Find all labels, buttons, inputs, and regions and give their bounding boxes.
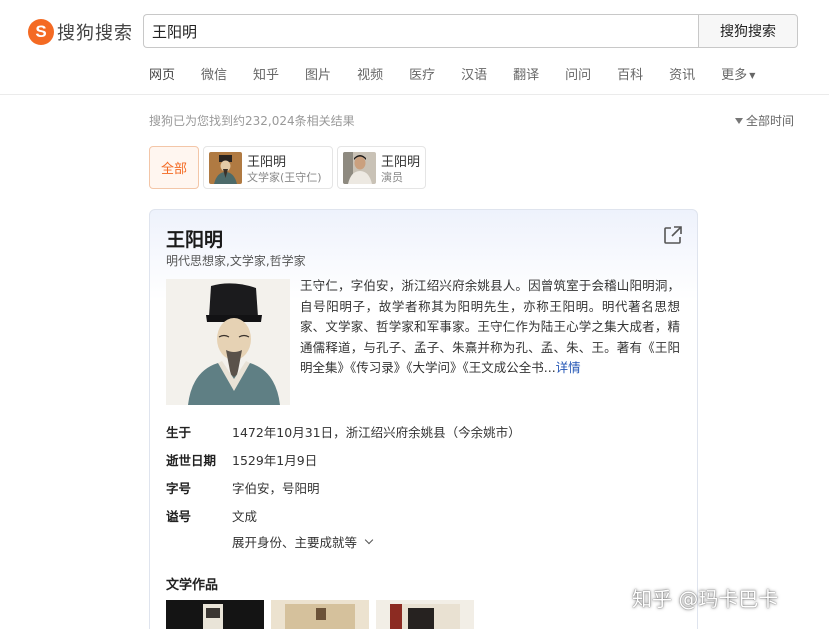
tab-hanyu[interactable]: 汉语 <box>461 64 487 84</box>
fact-key: 生于 <box>166 425 192 440</box>
tab-zhihu[interactable]: 知乎 <box>253 64 279 84</box>
tab-images[interactable]: 图片 <box>305 64 331 84</box>
tab-wenwen[interactable]: 问问 <box>565 64 591 84</box>
knowledge-card: 王阳明 明代思想家,文学家,哲学家 王守仁，字伯安，浙江绍兴府余姚县人。因曾筑室… <box>149 209 698 629</box>
time-filter[interactable]: 全部时间 <box>735 112 794 129</box>
fact-row-posthumous-name: 谥号 文成 <box>166 504 676 532</box>
chevron-down-icon <box>364 535 374 544</box>
card-subtitle: 明代思想家,文学家,哲学家 <box>166 254 306 268</box>
sogou-logo-icon: S <box>28 19 54 45</box>
work-cover-2[interactable] <box>271 600 369 629</box>
nav-tabs: 网页 微信 知乎 图片 视频 医疗 汉语 翻译 问问 百科 资讯 更多 ▼ <box>149 64 781 84</box>
fact-row-courtesy-name: 字号 字伯安，号阳明 <box>166 476 676 504</box>
header: S 搜狗搜索 搜狗搜索 网页 微信 知乎 图片 视频 医疗 汉语 翻译 问问 百… <box>0 0 829 95</box>
fact-row-birth: 生于 1472年10月31日，浙江绍兴府余姚县（今余姚市） <box>166 420 676 448</box>
tab-more[interactable]: 更多 ▼ <box>721 64 755 84</box>
caret-down-icon: ▼ <box>749 71 756 80</box>
expand-button[interactable]: 展开身份、主要成就等 <box>232 532 374 551</box>
chip-wangyangming-writer[interactable]: 王阳明 文学家(王守仁) <box>203 146 333 189</box>
chip-thumb-actor <box>343 152 376 184</box>
result-count: 搜狗已为您找到约232,024条相关结果 <box>149 114 355 128</box>
time-filter-label: 全部时间 <box>746 114 795 128</box>
fact-value: 1472年10月31日，浙江绍兴府余姚县（今余姚市） <box>232 425 521 440</box>
work-cover-1[interactable] <box>166 600 264 629</box>
facts-list: 生于 1472年10月31日，浙江绍兴府余姚县（今余姚市） 逝世日期 1529年… <box>166 420 676 532</box>
fact-key: 逝世日期 <box>166 453 217 468</box>
expand-label: 展开身份、主要成就等 <box>232 535 358 550</box>
chip-desc: 演员 <box>381 171 403 184</box>
work-cover-3[interactable] <box>376 600 474 629</box>
chip-desc: 文学家(王守仁) <box>247 171 322 184</box>
sogou-logo[interactable]: S 搜狗搜索 <box>28 18 133 46</box>
summary-text: 王守仁，字伯安，浙江绍兴府余姚县人。因曾筑室于会稽山阳明洞，自号阳明子，故学者称… <box>300 276 680 379</box>
fact-key: 谥号 <box>166 509 192 524</box>
tab-translate[interactable]: 翻译 <box>513 64 539 84</box>
fact-value: 文成 <box>232 509 258 524</box>
summary-body: 王守仁，字伯安，浙江绍兴府余姚县人。因曾筑室于会稽山阳明洞，自号阳明子，故学者称… <box>300 278 680 375</box>
tab-medical[interactable]: 医疗 <box>409 64 435 84</box>
portrait-image[interactable] <box>166 279 290 405</box>
detail-link[interactable]: 详情 <box>556 360 581 375</box>
search-button[interactable]: 搜狗搜索 <box>698 14 798 48</box>
fact-row-death: 逝世日期 1529年1月9日 <box>166 448 676 476</box>
chip-all[interactable]: 全部 <box>149 146 199 189</box>
funnel-icon <box>735 117 743 124</box>
card-title[interactable]: 王阳明 <box>166 225 223 252</box>
tab-baike[interactable]: 百科 <box>617 64 643 84</box>
tab-weixin[interactable]: 微信 <box>201 64 227 84</box>
logo-text: 搜狗搜索 <box>57 23 133 44</box>
share-icon[interactable] <box>662 224 684 246</box>
search-input[interactable] <box>143 14 698 48</box>
fact-value: 1529年1月9日 <box>232 453 318 468</box>
fact-key: 字号 <box>166 481 192 496</box>
works-title: 文学作品 <box>166 578 219 593</box>
more-label: 更多 <box>721 68 748 83</box>
chip-name: 王阳明 <box>247 155 287 170</box>
chip-name: 王阳明 <box>381 155 421 170</box>
tab-news[interactable]: 资讯 <box>669 64 695 84</box>
chip-thumb-portrait <box>209 152 242 184</box>
fact-value: 字伯安，号阳明 <box>232 481 320 496</box>
chip-wangyangming-actor[interactable]: 王阳明 演员 <box>337 146 426 189</box>
tab-web[interactable]: 网页 <box>149 64 175 84</box>
zhihu-watermark: 知乎 @玛卡巴卡 <box>632 587 779 611</box>
tab-video[interactable]: 视频 <box>357 64 383 84</box>
